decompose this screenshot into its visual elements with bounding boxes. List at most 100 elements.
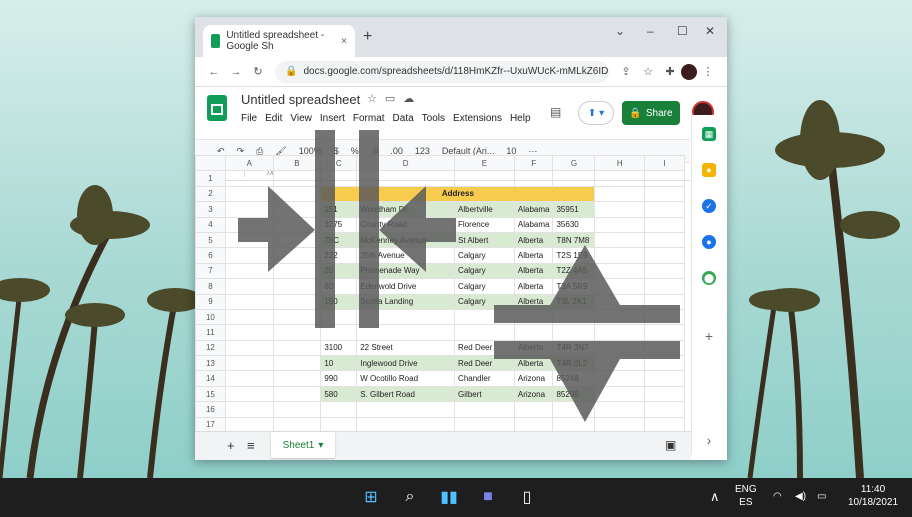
cell[interactable] xyxy=(454,170,515,187)
column-header[interactable]: E xyxy=(454,155,515,172)
row-number[interactable]: 8 xyxy=(195,278,226,295)
row-number[interactable]: 4 xyxy=(195,216,226,233)
cell[interactable] xyxy=(224,231,274,249)
cell[interactable]: 580 xyxy=(320,385,358,403)
file-icon[interactable]: ▯ xyxy=(516,486,538,508)
row-number[interactable]: 5 xyxy=(195,231,226,249)
cell[interactable] xyxy=(224,185,274,203)
cell[interactable] xyxy=(224,401,274,418)
teams-chat-icon[interactable]: ■ xyxy=(477,486,499,508)
cell[interactable] xyxy=(320,170,358,187)
cell[interactable]: Alberta xyxy=(513,339,554,357)
cell[interactable]: T4R 3N7 xyxy=(552,339,596,357)
cell[interactable] xyxy=(644,278,685,295)
cell[interactable] xyxy=(454,324,515,341)
language-indicator[interactable]: ENG ES xyxy=(735,483,757,509)
cell[interactable] xyxy=(272,355,322,372)
cell[interactable]: Inglewood Drive xyxy=(356,355,456,372)
cell[interactable]: County Road xyxy=(356,216,456,233)
cell[interactable]: 10 xyxy=(320,355,358,372)
cell[interactable] xyxy=(272,370,322,387)
menu-view[interactable]: View xyxy=(290,113,312,124)
menu-edit[interactable]: Edit xyxy=(265,113,282,124)
explore-icon[interactable]: ▣ xyxy=(665,438,676,452)
column-header[interactable] xyxy=(195,155,226,172)
column-header[interactable]: H xyxy=(594,155,646,172)
address-header-cell[interactable]: Address xyxy=(320,185,596,203)
cell[interactable]: Florence xyxy=(454,216,515,233)
cell[interactable]: Edenwold Drive xyxy=(356,278,456,295)
cell[interactable] xyxy=(594,170,646,187)
cell[interactable]: T4R 0L2 xyxy=(552,355,596,372)
row-number[interactable]: 6 xyxy=(195,247,226,264)
cell[interactable] xyxy=(513,401,554,418)
cell[interactable] xyxy=(356,170,456,187)
cell[interactable]: 3275 xyxy=(320,216,358,233)
cell[interactable] xyxy=(224,355,274,372)
star-icon[interactable]: ☆ xyxy=(367,93,385,105)
cell[interactable] xyxy=(454,308,515,326)
profile-avatar[interactable] xyxy=(681,63,697,80)
cell[interactable]: 35630 xyxy=(552,216,596,233)
collapse-panel-icon[interactable]: › xyxy=(702,432,716,448)
cell[interactable] xyxy=(272,170,322,187)
comment-history-icon[interactable]: ▤ xyxy=(550,105,561,119)
sheet-tab[interactable]: Sheet1 ▾ xyxy=(271,432,335,458)
new-tab-button[interactable]: + xyxy=(363,28,372,46)
cell[interactable]: Albertville xyxy=(454,201,515,218)
column-header[interactable]: B xyxy=(272,155,322,172)
tab-search-chevron-icon[interactable]: ⌄ xyxy=(615,24,625,38)
tab-close-icon[interactable]: × xyxy=(341,36,347,47)
column-header[interactable]: F xyxy=(513,155,554,172)
cell[interactable] xyxy=(272,231,322,249)
cell[interactable]: 22 Street xyxy=(356,339,456,357)
row-number[interactable]: 14 xyxy=(195,370,226,387)
row-number[interactable]: 9 xyxy=(195,293,226,310)
start-windows-icon[interactable]: ⊞ xyxy=(360,486,382,508)
cell[interactable] xyxy=(320,401,358,418)
row-number[interactable]: 2 xyxy=(195,185,226,203)
cell[interactable]: Promenade Way xyxy=(356,262,456,280)
cell[interactable] xyxy=(644,385,685,403)
cell[interactable]: 20 xyxy=(320,262,358,280)
cell[interactable] xyxy=(644,262,685,280)
menu-tools[interactable]: Tools xyxy=(422,113,445,124)
cell[interactable] xyxy=(224,170,274,187)
minimize-button[interactable]: – xyxy=(647,24,654,38)
extensions-puzzle-icon[interactable]: ✚ xyxy=(659,65,681,78)
cell[interactable]: 990 xyxy=(320,370,358,387)
cell[interactable]: T8N 7M8 xyxy=(552,231,596,249)
row-number[interactable]: 1 xyxy=(195,170,226,187)
menu-format[interactable]: Format xyxy=(353,113,385,124)
column-header[interactable]: G xyxy=(552,155,596,172)
add-addon-icon[interactable]: + xyxy=(702,328,716,344)
row-number[interactable]: 11 xyxy=(195,324,226,341)
cell[interactable] xyxy=(224,324,274,341)
cell[interactable] xyxy=(552,324,596,341)
chevron-down-icon[interactable]: ▾ xyxy=(318,440,323,451)
cell[interactable] xyxy=(356,308,456,326)
volume-icon[interactable]: ◀) xyxy=(795,490,806,503)
cell[interactable]: T3L 2X1 xyxy=(552,293,596,310)
cell[interactable]: Alabama xyxy=(513,216,554,233)
sheets-side-icon[interactable]: ▦ xyxy=(702,127,716,141)
cell[interactable]: Chandler xyxy=(454,370,515,387)
cell[interactable] xyxy=(594,293,646,310)
cell[interactable] xyxy=(594,339,646,357)
cell[interactable] xyxy=(224,370,274,387)
cell[interactable] xyxy=(594,324,646,341)
move-folder-icon[interactable]: ▭ xyxy=(385,93,403,105)
cell[interactable]: 222 xyxy=(320,247,358,264)
cell[interactable] xyxy=(644,185,685,203)
wifi-icon[interactable]: ◠ xyxy=(773,490,782,503)
clock[interactable]: 11:40 10/18/2021 xyxy=(848,483,898,509)
bookmark-star-icon[interactable]: ☆ xyxy=(637,65,659,78)
row-number[interactable]: 13 xyxy=(195,355,226,372)
sheets-logo-icon[interactable] xyxy=(207,95,227,121)
cell[interactable] xyxy=(272,324,322,341)
cell[interactable] xyxy=(644,231,685,249)
cell[interactable]: 85248 xyxy=(552,370,596,387)
column-header[interactable]: C xyxy=(320,155,358,172)
cell[interactable] xyxy=(513,324,554,341)
browser-tab[interactable]: Untitled spreadsheet - Google Sh × xyxy=(203,25,355,57)
